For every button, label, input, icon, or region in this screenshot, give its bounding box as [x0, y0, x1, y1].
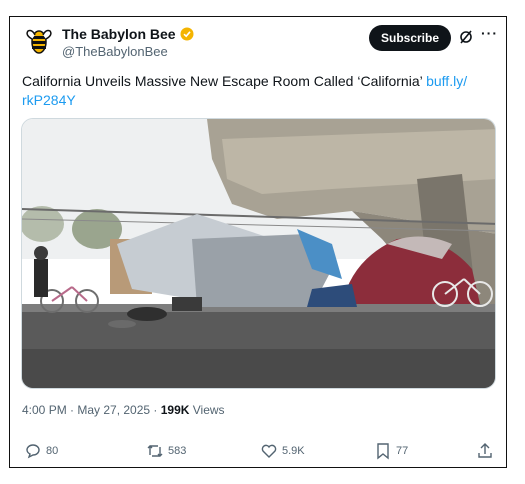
encampment-photo — [22, 119, 495, 388]
post-meta: 4:00 PM · May 27, 2025 · 199K Views — [22, 403, 225, 417]
like-count: 5.9K — [282, 445, 305, 457]
views-count: 199K — [160, 403, 190, 417]
reply-icon — [26, 444, 40, 459]
reply-button[interactable]: 80 — [24, 442, 58, 460]
like-icon — [261, 444, 277, 458]
post-text: California Unveils Massive New Escape Ro… — [22, 72, 492, 110]
repost-icon — [147, 445, 163, 457]
account-name-text[interactable]: The Babylon Bee — [62, 26, 176, 42]
reply-count: 80 — [46, 445, 59, 457]
bookmark-icon — [377, 443, 389, 460]
more-icon[interactable]: ··· — [481, 25, 498, 41]
share-icon — [478, 443, 492, 458]
bookmark-button[interactable]: 77 — [374, 442, 408, 460]
subscribe-button[interactable]: Subscribe — [369, 25, 451, 51]
post-image[interactable] — [21, 118, 496, 389]
post-timestamp[interactable]: 4:00 PM · May 27, 2025 · — [22, 403, 161, 417]
share-button[interactable] — [476, 442, 494, 460]
repost-button[interactable]: 583 — [146, 442, 186, 460]
action-bar: 80 583 5.9K 77 — [22, 442, 496, 464]
tweet-card: The Babylon Bee @TheBabylonBee Subscribe… — [9, 16, 507, 468]
views-label: Views — [189, 403, 225, 417]
like-button[interactable]: 5.9K — [260, 442, 305, 460]
verified-badge-icon — [180, 27, 194, 41]
account-handle[interactable]: @TheBabylonBee — [62, 44, 168, 59]
bee-logo-icon[interactable] — [24, 27, 54, 57]
post-body: California Unveils Massive New Escape Ro… — [22, 73, 427, 89]
repost-count: 583 — [168, 445, 187, 457]
bookmark-count: 77 — [396, 445, 409, 457]
grok-icon[interactable] — [458, 29, 474, 45]
account-name[interactable]: The Babylon Bee — [62, 26, 194, 42]
